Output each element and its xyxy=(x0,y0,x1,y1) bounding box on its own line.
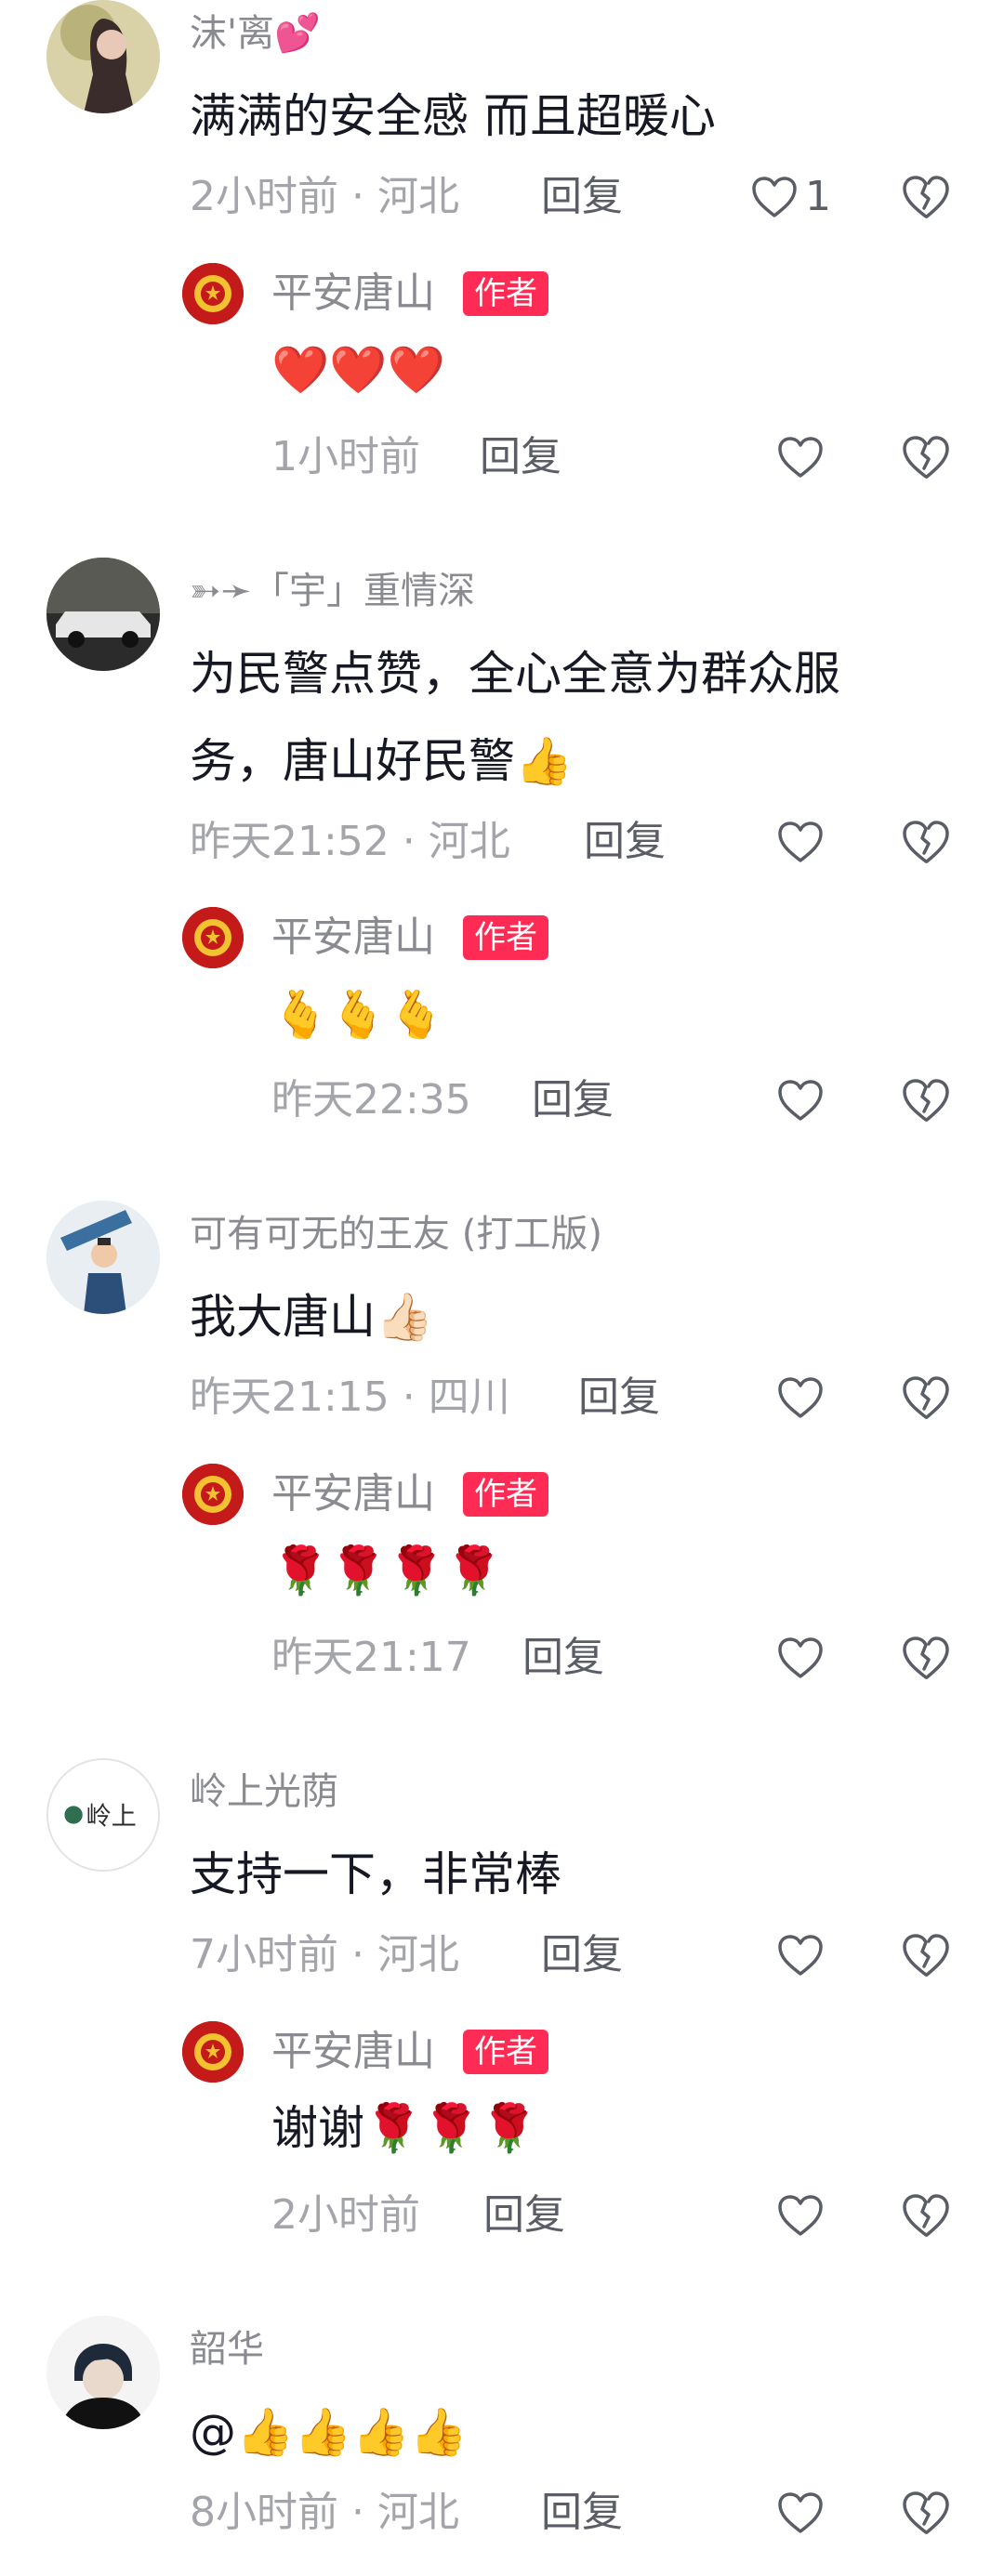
comment-meta: 昨天21:52 · 河北 xyxy=(190,818,510,865)
reply-meta: 2小时前 xyxy=(271,2191,420,2239)
broken-heart-icon xyxy=(903,1376,949,1419)
reply-author-name[interactable]: 平安唐山 xyxy=(271,2026,435,2078)
broken-heart-icon xyxy=(903,2491,949,2534)
comment-username[interactable]: 韶华 xyxy=(190,2327,264,2372)
comment-meta: 7小时前 · 河北 xyxy=(190,1931,459,1978)
broken-heart-icon xyxy=(903,436,949,479)
heart-outline-icon xyxy=(778,2492,823,2533)
reply-author-name[interactable]: 平安唐山 xyxy=(271,268,435,320)
avatar[interactable]: 岭上 xyxy=(46,1758,160,1872)
reply-button[interactable]: 回复 xyxy=(480,431,561,483)
comment-username[interactable]: 沫'离💕 xyxy=(190,11,321,56)
reply-text: 🌹🌹🌹🌹 xyxy=(271,1544,504,1597)
broken-heart-icon xyxy=(903,2194,949,2237)
reply-button[interactable]: 回复 xyxy=(483,2189,565,2241)
dislike-button[interactable] xyxy=(902,820,950,864)
reply-button[interactable]: 回复 xyxy=(584,816,666,868)
heart-outline-icon xyxy=(778,1080,823,1121)
heart-outline-icon xyxy=(778,1377,823,1418)
like-button[interactable] xyxy=(777,821,824,863)
reply-button[interactable]: 回复 xyxy=(541,1929,623,1981)
reply-avatar[interactable] xyxy=(182,263,244,324)
author-badge: 作者 xyxy=(463,1472,548,1517)
comment-username[interactable]: 可有可无的王友 (打工版) xyxy=(190,1212,602,1256)
reply-text: 谢谢🌹🌹🌹 xyxy=(271,2101,538,2155)
reply-button[interactable]: 回复 xyxy=(532,1074,614,1126)
like-button[interactable] xyxy=(777,2491,824,2534)
avatar[interactable] xyxy=(46,0,160,113)
dislike-button[interactable] xyxy=(902,1933,950,1978)
reply-button[interactable]: 回复 xyxy=(541,2487,623,2539)
comment-meta: 昨天21:15 · 四川 xyxy=(190,1373,510,1421)
avatar[interactable] xyxy=(46,558,160,671)
reply-meta: 昨天22:35 xyxy=(271,1076,471,1124)
heart-outline-icon xyxy=(778,1637,823,1678)
reply-text: 🫰🫰🫰 xyxy=(271,988,445,1042)
reply-avatar[interactable] xyxy=(182,2021,244,2083)
comment-text-line2: 务，唐山好民警👍 xyxy=(190,734,574,788)
comment-text: 为民警点赞，全心全意为群众服 xyxy=(190,647,840,701)
author-badge: 作者 xyxy=(463,915,548,960)
like-count: 1 xyxy=(805,173,831,220)
dislike-button[interactable] xyxy=(902,435,950,480)
author-badge: 作者 xyxy=(463,2030,548,2074)
like-button[interactable] xyxy=(777,1079,824,1122)
broken-heart-icon xyxy=(903,1079,949,1122)
dislike-button[interactable] xyxy=(902,1375,950,1420)
broken-heart-icon xyxy=(903,821,949,863)
reply-avatar[interactable] xyxy=(182,1464,244,1525)
comment-list: 沫'离💕 满满的安全感 而且超暖心 2小时前 · 河北 回复 1 平安唐山 作者… xyxy=(0,0,1004,2576)
heart-outline-icon xyxy=(778,437,823,478)
like-button[interactable] xyxy=(777,1934,824,1977)
comment-text: 满满的安全感 而且超暖心 xyxy=(190,89,716,143)
comment-text: 我大唐山👍🏻 xyxy=(190,1290,434,1344)
comment-text: 支持一下，非常棒 xyxy=(190,1847,561,1901)
reply-author-name[interactable]: 平安唐山 xyxy=(271,912,435,964)
reply-text: ❤️❤️❤️ xyxy=(271,343,445,397)
comment-meta: 8小时前 · 河北 xyxy=(190,2489,459,2536)
author-badge: 作者 xyxy=(463,271,548,316)
reply-meta: 1小时前 xyxy=(271,433,420,480)
comment-meta: 2小时前 · 河北 xyxy=(190,173,459,220)
comment-text: @👍👍👍👍 xyxy=(190,2405,469,2459)
broken-heart-icon xyxy=(903,1636,949,1679)
like-button[interactable] xyxy=(777,1636,824,1679)
dislike-button[interactable] xyxy=(902,2491,950,2535)
dislike-button[interactable] xyxy=(902,1078,950,1123)
like-button[interactable] xyxy=(777,436,824,479)
avatar[interactable] xyxy=(46,1201,160,1314)
avatar-text: 岭上 xyxy=(86,1803,137,1832)
reply-button[interactable]: 回复 xyxy=(578,1372,660,1424)
reply-meta: 昨天21:17 xyxy=(271,1634,471,1681)
reply-avatar[interactable] xyxy=(182,907,244,968)
dislike-button[interactable] xyxy=(902,1636,950,1680)
like-button[interactable] xyxy=(777,2194,824,2237)
dislike-button[interactable] xyxy=(902,2193,950,2238)
broken-heart-icon xyxy=(903,1934,949,1977)
broken-heart-icon xyxy=(903,176,949,218)
like-button[interactable] xyxy=(751,176,798,218)
like-button[interactable] xyxy=(777,1376,824,1419)
heart-outline-icon xyxy=(752,177,797,217)
reply-button[interactable]: 回复 xyxy=(541,171,623,223)
comment-username[interactable]: ➳➛「宇」重情深 xyxy=(190,569,475,613)
reply-author-name[interactable]: 平安唐山 xyxy=(271,1468,435,1520)
heart-outline-icon xyxy=(778,821,823,862)
heart-outline-icon xyxy=(778,2195,823,2236)
avatar[interactable] xyxy=(46,2316,160,2429)
dislike-button[interactable] xyxy=(902,175,950,219)
comment-username[interactable]: 岭上光荫 xyxy=(190,1769,338,1814)
heart-outline-icon xyxy=(778,1935,823,1976)
reply-button[interactable]: 回复 xyxy=(522,1632,604,1684)
